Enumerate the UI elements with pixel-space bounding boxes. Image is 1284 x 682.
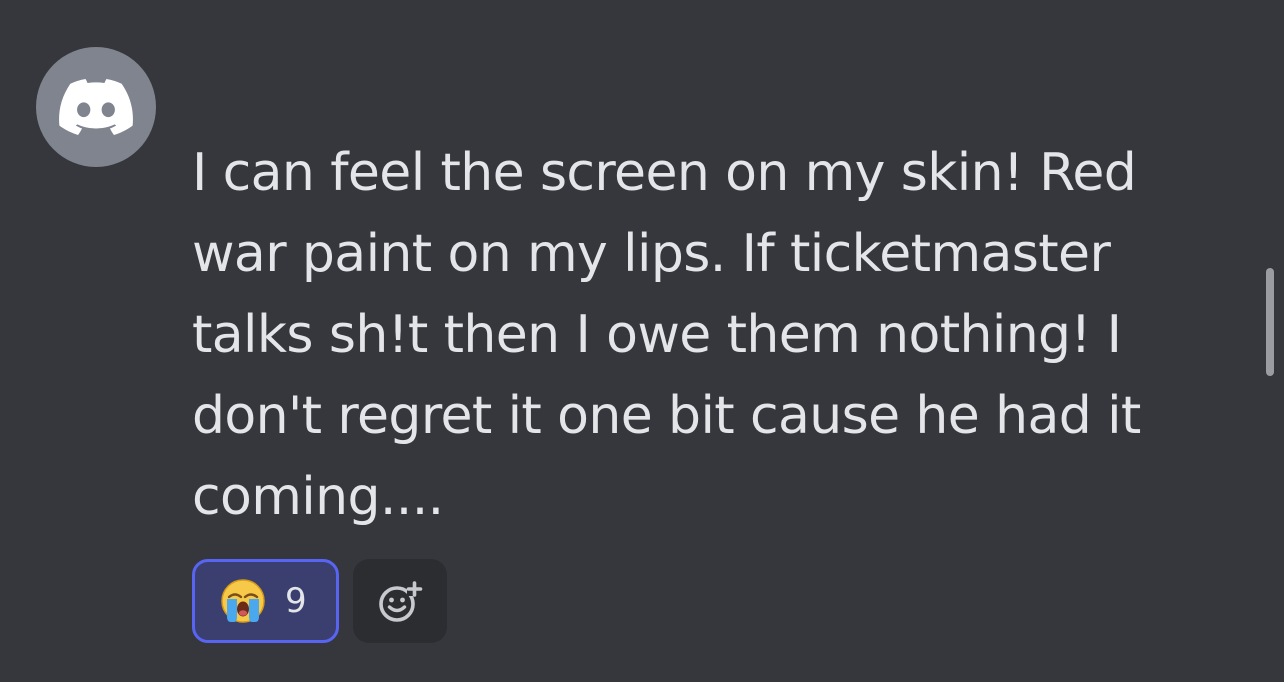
loudly-crying-face-icon [221, 579, 265, 623]
discord-logo-icon [59, 79, 133, 135]
reaction-count: 9 [285, 581, 307, 621]
avatar[interactable] [36, 47, 156, 167]
add-reaction-button[interactable] [353, 559, 447, 643]
scrollbar-thumb[interactable] [1266, 268, 1274, 376]
add-reaction-icon [379, 581, 423, 622]
reaction-loudly-crying[interactable]: 9 [192, 559, 339, 643]
reaction-bar: 9 [192, 559, 447, 643]
message-text: I can feel the screen on my skin! Red wa… [192, 143, 1141, 527]
